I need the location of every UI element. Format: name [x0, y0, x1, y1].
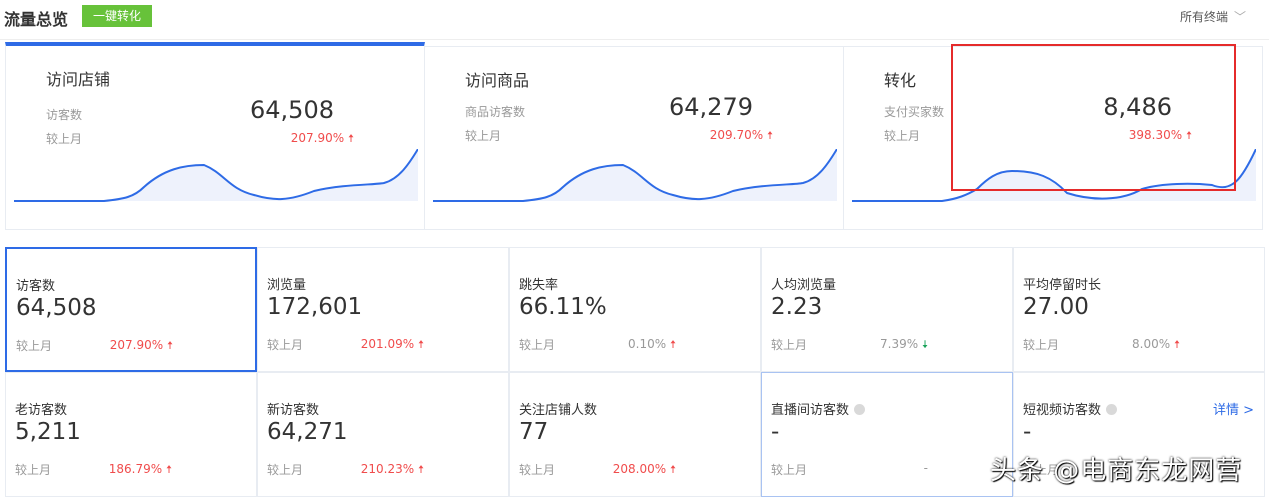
metric-compare-label: 较上月: [267, 463, 304, 477]
card-compare-label: 较上月: [884, 129, 921, 143]
one-click-convert-button[interactable]: 一键转化: [82, 5, 152, 27]
metric-store-followers[interactable]: 关注店铺人数 77 较上月 208.00% 🠅: [509, 372, 761, 497]
arrow-up-icon: 🠅: [165, 463, 172, 476]
card-compare-label: 较上月: [46, 132, 83, 146]
arrow-up-icon: 🠅: [766, 129, 773, 142]
metric-change: 0.10% 🠅: [628, 337, 676, 351]
metric-change: 186.79% 🠅: [108, 462, 172, 476]
metric-bounce-rate[interactable]: 跳失率 66.11% 较上月 0.10% 🠅: [509, 247, 761, 372]
arrow-down-icon: 🠇: [921, 338, 928, 351]
metric-value: -: [771, 419, 780, 445]
card-change: 207.90% 🠅: [290, 131, 354, 145]
metric-label: 人均浏览量: [771, 278, 837, 293]
chevron-down-icon: ﹀: [1234, 10, 1247, 24]
metric-value: 66.11%: [519, 294, 607, 320]
card-label: 访客数: [46, 108, 83, 122]
card-visit-goods[interactable]: 访问商品 商品访客数 较上月 64,279 209.70% 🠅: [424, 46, 844, 230]
metric-change: 208.00% 🠅: [612, 462, 676, 476]
metric-value: 5,211: [15, 419, 81, 445]
sparkline-chart: [433, 149, 837, 202]
metric-label: 新访客数: [267, 403, 320, 418]
metric-label: 短视频访客数: [1023, 399, 1118, 418]
metric-compare-label: 较上月: [519, 463, 556, 477]
metric-label: 访客数: [16, 279, 56, 294]
card-title: 访问商品: [465, 71, 530, 90]
metric-value: 64,271: [267, 419, 348, 445]
card-label: 支付买家数: [884, 105, 945, 119]
metric-change: -: [923, 461, 928, 475]
metric-change: 7.39% 🠇: [880, 337, 928, 351]
card-visit-store[interactable]: 访问店铺 访客数 较上月 64,508 207.90% 🠅: [5, 42, 425, 230]
metric-value: 2.23: [771, 294, 823, 320]
metric-compare-label: 较上月: [15, 463, 52, 477]
card-value: 64,279: [669, 93, 753, 121]
metric-label: 直播间访客数: [771, 399, 866, 418]
metric-avg-stay-time[interactable]: 平均停留时长 27.00 较上月 8.00% 🠅: [1013, 247, 1265, 372]
metric-label: 平均停留时长: [1023, 278, 1102, 293]
terminal-select[interactable]: 所有终端 ﹀: [1180, 8, 1246, 25]
metric-value: 27.00: [1023, 294, 1089, 320]
arrow-up-icon: 🠅: [166, 339, 173, 352]
metric-live-room-visitors[interactable]: 直播间访客数 - 较上月 -: [761, 372, 1013, 497]
info-icon[interactable]: [1106, 404, 1118, 415]
arrow-up-icon: 🠅: [347, 132, 354, 145]
card-value: 64,508: [250, 96, 334, 124]
metric-label: 跳失率: [519, 278, 559, 293]
card-title: 访问店铺: [46, 70, 111, 89]
card-compare-label: 较上月: [465, 129, 502, 143]
arrow-up-icon: 🠅: [1173, 338, 1180, 351]
metric-compare-label: 较上月: [771, 463, 808, 477]
metric-value: -: [1023, 419, 1032, 445]
arrow-up-icon: 🠅: [417, 338, 424, 351]
metric-label: 老访客数: [15, 403, 68, 418]
arrow-up-icon: 🠅: [417, 463, 424, 476]
card-change: 209.70% 🠅: [709, 128, 773, 142]
metric-label: 关注店铺人数: [519, 403, 598, 418]
details-link[interactable]: 详情 >: [1213, 399, 1254, 418]
highlight-annotation-box: [951, 44, 1236, 191]
metric-visitors[interactable]: 访客数 64,508 较上月 207.90% 🠅: [5, 247, 257, 372]
metric-change: 8.00% 🠅: [1132, 337, 1180, 351]
metric-change: 210.23% 🠅: [360, 462, 424, 476]
metric-value: 77: [519, 419, 549, 445]
metric-change: 207.90% 🠅: [109, 338, 173, 352]
watermark: 头条 @电商东龙网营: [990, 456, 1243, 486]
metric-compare-label: 较上月: [16, 339, 53, 353]
metric-label: 浏览量: [267, 278, 307, 293]
metric-value: 172,601: [267, 294, 363, 320]
card-title: 转化: [884, 71, 917, 90]
sparkline-chart: [14, 149, 418, 202]
metric-compare-label: 较上月: [267, 338, 304, 352]
metric-compare-label: 较上月: [519, 338, 556, 352]
metric-change: 201.09% 🠅: [360, 337, 424, 351]
info-icon[interactable]: [854, 404, 866, 415]
metric-compare-label: 较上月: [771, 338, 808, 352]
card-label: 商品访客数: [465, 105, 526, 119]
metric-avg-page-views[interactable]: 人均浏览量 2.23 较上月 7.39% 🠇: [761, 247, 1013, 372]
arrow-up-icon: 🠅: [669, 338, 676, 351]
metric-new-visitors[interactable]: 新访客数 64,271 较上月 210.23% 🠅: [257, 372, 509, 497]
metric-returning-visitors[interactable]: 老访客数 5,211 较上月 186.79% 🠅: [5, 372, 257, 497]
arrow-up-icon: 🠅: [669, 463, 676, 476]
metric-value: 64,508: [16, 295, 97, 321]
header: 流量总览 一键转化 所有终端 ﹀: [0, 0, 1269, 40]
metric-page-views[interactable]: 浏览量 172,601 较上月 201.09% 🠅: [257, 247, 509, 372]
terminal-select-value: 所有终端: [1180, 10, 1229, 24]
page-title: 流量总览: [4, 10, 69, 29]
metric-compare-label: 较上月: [1023, 338, 1060, 352]
